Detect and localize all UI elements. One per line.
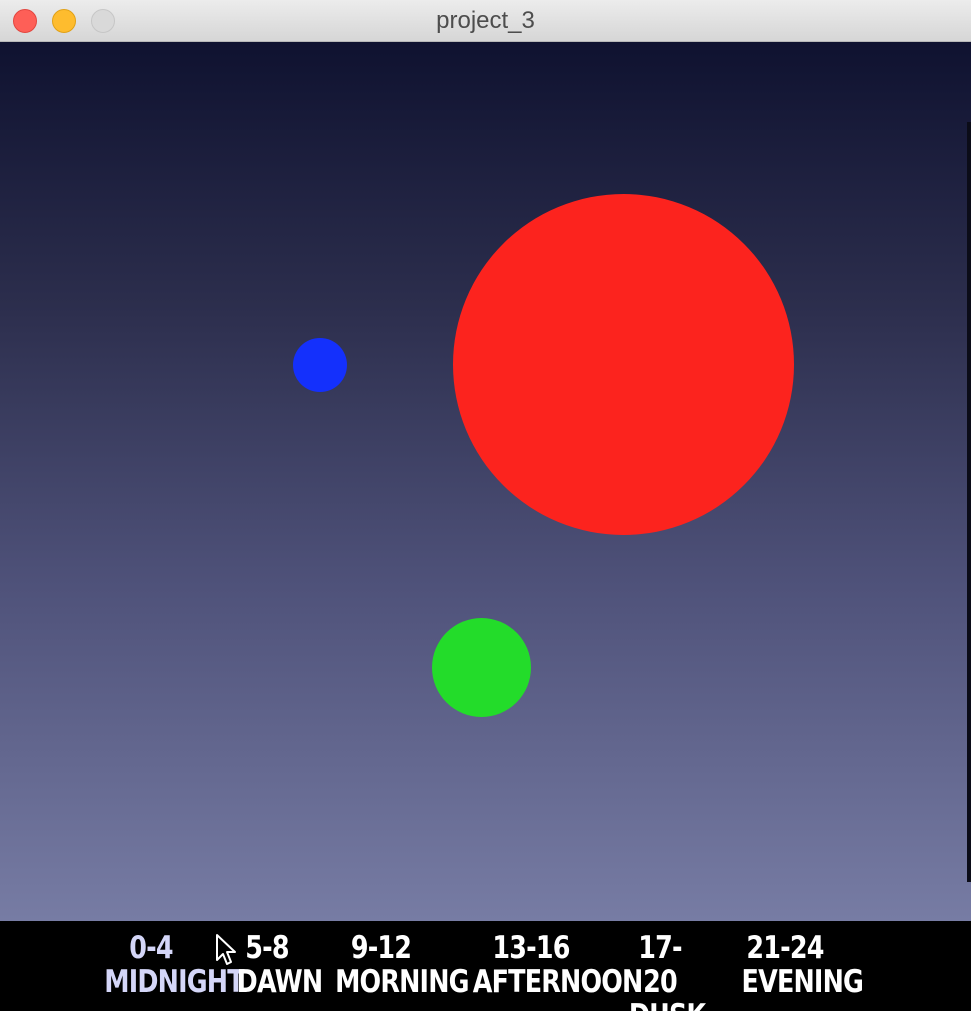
red-circle	[453, 194, 794, 535]
legend-label: DAWN	[236, 964, 323, 1000]
blue-circle	[293, 338, 347, 392]
legend-range: 5-8	[245, 930, 289, 966]
legend-range: 9-12	[350, 930, 412, 966]
legend-label: DUSK	[629, 999, 706, 1011]
legend-segment-dusk[interactable]: 17-20 DUSK	[629, 930, 706, 1011]
arrow-cursor-icon	[216, 934, 236, 965]
title-bar: project_3	[0, 0, 971, 42]
sketch-canvas[interactable]	[0, 42, 971, 921]
window-title: project_3	[436, 7, 535, 34]
legend-range: 13-16	[492, 930, 570, 966]
legend-segment-afternoon[interactable]: 13-16 AFTERNOON	[472, 930, 644, 1000]
legend-segment-midnight[interactable]: 0-4 MIDNIGHT	[104, 930, 244, 1000]
legend-range: 0-4	[129, 930, 173, 966]
time-of-day-legend: 0-4 MIDNIGHT 5-8 DAWN 9-12 MORNING 13-16…	[0, 921, 971, 1011]
legend-range: 17-20	[638, 930, 682, 1000]
legend-label: MORNING	[335, 964, 469, 1000]
legend-segment-dawn[interactable]: 5-8 DAWN	[236, 930, 323, 1000]
canvas-edge-strip	[967, 122, 971, 882]
legend-segment-morning[interactable]: 9-12 MORNING	[335, 930, 469, 1000]
app-window: project_3 0-4 MIDNIGHT 5-8 DAWN 9-12 MOR…	[0, 0, 971, 1011]
legend-label: AFTERNOON	[472, 964, 644, 1000]
green-circle	[432, 618, 531, 717]
legend-label: EVENING	[741, 964, 864, 1000]
legend-segment-evening[interactable]: 21-24 EVENING	[741, 930, 864, 1000]
legend-range: 21-24	[746, 930, 824, 966]
legend-label: MIDNIGHT	[104, 964, 244, 1000]
